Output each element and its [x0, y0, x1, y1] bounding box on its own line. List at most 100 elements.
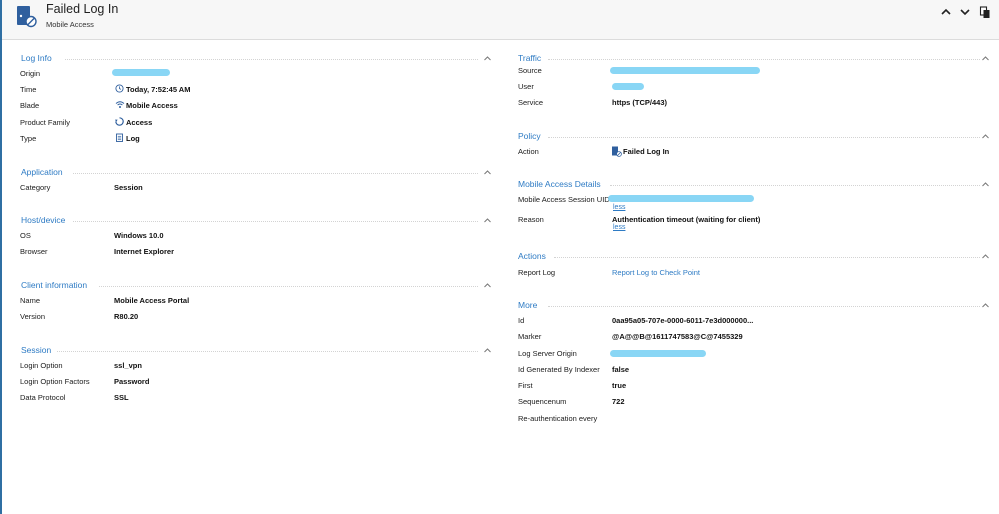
- section-title: Session: [21, 345, 52, 355]
- section-host-device[interactable]: Host/device: [21, 215, 493, 227]
- field-label: First: [518, 381, 533, 390]
- field-name: Name Mobile Access Portal: [20, 296, 480, 307]
- clock-icon: [115, 84, 124, 93]
- log-details-header: Failed Log In Mobile Access: [2, 0, 999, 40]
- field-label: Time: [20, 85, 37, 94]
- section-title: Application: [21, 167, 63, 177]
- field-label: Data Protocol: [20, 393, 66, 402]
- section-title: Actions: [518, 251, 546, 261]
- field-log-server-origin: Log Server Origin: [518, 349, 988, 360]
- field-id: Id 0aa95a05-707e-0000-6011-7e3d000000...: [518, 316, 988, 327]
- field-label: Version: [20, 312, 46, 321]
- chevron-up-icon[interactable]: [483, 216, 492, 225]
- field-value: Session: [114, 183, 143, 192]
- redacted-value: [112, 69, 170, 76]
- section-divider: [57, 351, 478, 352]
- collapse-up-icon[interactable]: [939, 5, 953, 19]
- section-policy[interactable]: Policy: [518, 131, 994, 143]
- less-link[interactable]: less: [613, 224, 625, 231]
- section-actions[interactable]: Actions: [518, 251, 994, 263]
- report-log-link[interactable]: Report Log to Check Point: [612, 268, 700, 277]
- redacted-value: [612, 83, 644, 90]
- chevron-up-icon[interactable]: [981, 252, 990, 261]
- field-user: User: [518, 82, 988, 93]
- field-label: Log Server Origin: [518, 349, 577, 358]
- field-value: ssl_vpn: [114, 361, 142, 370]
- field-sequencenum: Sequencenum 722: [518, 397, 988, 408]
- field-value: Access: [126, 118, 153, 127]
- section-traffic[interactable]: Traffic: [518, 53, 994, 65]
- field-label: Blade: [20, 101, 40, 110]
- section-divider: [65, 59, 478, 60]
- field-value: Failed Log In: [623, 147, 670, 156]
- copy-icon[interactable]: [978, 5, 992, 19]
- section-divider: [73, 173, 478, 174]
- field-value: Mobile Access Portal: [114, 296, 190, 305]
- section-title: More: [518, 300, 538, 310]
- field-value: https (TCP/443): [612, 98, 668, 107]
- section-title: Traffic: [518, 53, 542, 63]
- section-client-information[interactable]: Client information: [21, 280, 493, 292]
- section-title: Policy: [518, 131, 541, 141]
- failed-login-icon: [14, 4, 38, 28]
- chevron-up-icon[interactable]: [483, 281, 492, 290]
- chevron-up-icon[interactable]: [981, 301, 990, 310]
- chevron-up-icon[interactable]: [483, 346, 492, 355]
- window-edge: [0, 0, 2, 514]
- field-value: SSL: [114, 393, 129, 402]
- field-login-option-factors: Login Option Factors Password: [20, 377, 480, 388]
- field-label: Source: [518, 66, 542, 75]
- chevron-up-icon[interactable]: [483, 54, 492, 63]
- redacted-value: [610, 350, 706, 357]
- wifi-icon: [115, 100, 125, 109]
- chevron-up-icon[interactable]: [981, 54, 990, 63]
- section-title: Mobile Access Details: [518, 179, 601, 189]
- redacted-value: [610, 67, 760, 74]
- field-login-option: Login Option ssl_vpn: [20, 361, 480, 372]
- field-value: Authentication timeout (waiting for clie…: [612, 215, 761, 224]
- chevron-up-icon[interactable]: [483, 168, 492, 177]
- section-divider: [554, 257, 980, 258]
- section-divider: [610, 185, 980, 186]
- section-mobile-access-details[interactable]: Mobile Access Details: [518, 179, 994, 191]
- section-application[interactable]: Application: [21, 167, 493, 179]
- less-link[interactable]: less: [613, 204, 625, 211]
- field-value: 722: [612, 397, 625, 406]
- field-time: Time Today, 7:52:45 AM: [20, 84, 480, 96]
- field-value: false: [612, 365, 630, 374]
- field-value: @A@@B@1611747583@C@7455329: [612, 332, 743, 341]
- field-label: Mobile Access Session UID: [518, 195, 610, 204]
- field-label: Category: [20, 183, 51, 192]
- field-label: Id Generated By Indexer: [518, 365, 600, 374]
- field-label: User: [518, 82, 534, 91]
- field-label: Action: [518, 147, 539, 156]
- section-divider: [548, 137, 980, 138]
- field-value: Internet Explorer: [114, 247, 175, 256]
- field-category: Category Session: [20, 183, 480, 194]
- section-divider: [99, 286, 478, 287]
- field-source: Source: [518, 66, 988, 77]
- section-log-info[interactable]: Log Info: [21, 53, 493, 65]
- field-first: First true: [518, 381, 988, 392]
- expand-down-icon[interactable]: [958, 5, 972, 19]
- chevron-up-icon[interactable]: [981, 132, 990, 141]
- section-divider: [548, 59, 980, 60]
- field-label: Sequencenum: [518, 397, 567, 406]
- failed-login-icon: [611, 146, 622, 157]
- section-session[interactable]: Session: [21, 345, 493, 357]
- field-value: 0aa95a05-707e-0000-6011-7e3d000000...: [612, 316, 754, 325]
- field-label: Login Option: [20, 361, 63, 370]
- field-action: Action Failed Log In: [518, 146, 988, 158]
- field-report-log: Report Log Report Log to Check Point: [518, 268, 988, 279]
- field-service: Service https (TCP/443): [518, 98, 988, 109]
- field-label: Marker: [518, 332, 542, 341]
- field-data-protocol: Data Protocol SSL: [20, 393, 480, 404]
- field-label: Id: [518, 316, 525, 325]
- field-value: true: [612, 381, 627, 390]
- section-more[interactable]: More: [518, 300, 994, 312]
- chevron-up-icon[interactable]: [981, 180, 990, 189]
- field-value: Password: [114, 377, 150, 386]
- section-title: Log Info: [21, 53, 52, 63]
- field-label: OS: [20, 231, 31, 240]
- field-value: Log: [126, 134, 140, 143]
